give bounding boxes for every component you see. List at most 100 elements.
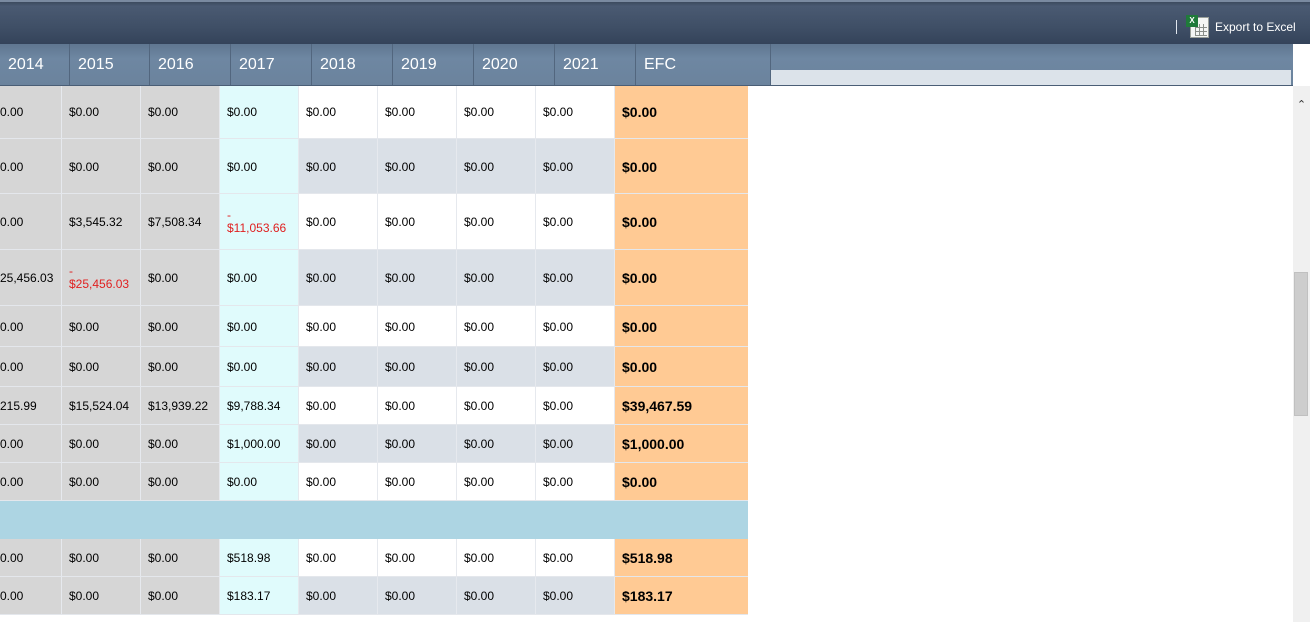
- cell-efc: $0.00: [615, 194, 748, 250]
- column-header-row: 2014 2015 2016 2017 2018 2019 2020 2021 EFC: [0, 44, 1293, 86]
- cell-2018: $0.00: [299, 139, 378, 194]
- cell-2021: $0.00: [536, 425, 615, 463]
- cell-2014: 0.00: [0, 347, 62, 387]
- column-header-2017[interactable]: 2017: [231, 44, 312, 85]
- cell-2016: $13,939.22: [141, 387, 220, 425]
- cell-value: $11,053.66: [227, 221, 287, 235]
- cell-2016: $0.00: [141, 539, 220, 577]
- cell-2020: $0.00: [457, 194, 536, 250]
- cell-2021: $0.00: [536, 194, 615, 250]
- cell-2017: - $11,053.66: [220, 194, 299, 250]
- table-row[interactable]: 0.00 $0.00 $0.00 $0.00 $0.00 $0.00 $0.00 $0.00 $…: [0, 347, 748, 387]
- cell-2015: $0.00: [62, 86, 141, 139]
- cell-2014: 0.00: [0, 425, 62, 463]
- cell-2020: $0.00: [457, 347, 536, 387]
- cell-efc: $518.98: [615, 539, 748, 577]
- cell-2014: 0.00: [0, 139, 62, 194]
- table-row[interactable]: 0.00 $0.00 $0.00 $0.00 $0.00 $0.00 $0.00 $0.00 $…: [0, 86, 748, 139]
- cell-2018: $0.00: [299, 250, 378, 306]
- cell-2019: $0.00: [378, 306, 457, 347]
- table-row[interactable]: 0.00 $0.00 $0.00 $0.00 $0.00 $0.00 $0.00 $0.00 $…: [0, 306, 748, 347]
- cell-2014: 215.99: [0, 387, 62, 425]
- data-grid: 0.00 $0.00 $0.00 $0.00 $0.00 $0.00 $0.00 $0.00 $…: [0, 86, 748, 622]
- cell-2014: 0.00: [0, 86, 62, 139]
- cell-2021: $0.00: [536, 250, 615, 306]
- cell-2021: $0.00: [536, 139, 615, 194]
- cell-2014: 25,456.03: [0, 250, 62, 306]
- cell-efc: $0.00: [615, 463, 748, 501]
- cell-2019: $0.00: [378, 250, 457, 306]
- table-row[interactable]: 0.00 $0.00 $0.00 $0.00 $0.00 $0.00 $0.00 $0.00 $…: [0, 139, 748, 194]
- cell-2018: $0.00: [299, 387, 378, 425]
- cell-2019: $0.00: [378, 347, 457, 387]
- column-header-efc[interactable]: EFC: [636, 44, 771, 85]
- cell-2015: $0.00: [62, 463, 141, 501]
- cell-2020: $0.00: [457, 577, 536, 615]
- column-header-2018[interactable]: 2018: [312, 44, 393, 85]
- cell-2017: $518.98: [220, 539, 299, 577]
- cell-efc: $0.00: [615, 347, 748, 387]
- vertical-scrollbar[interactable]: ⌃: [1293, 86, 1310, 622]
- column-header-2014[interactable]: 2014: [0, 44, 70, 85]
- cell-2021: $0.00: [536, 387, 615, 425]
- cell-2020: $0.00: [457, 463, 536, 501]
- cell-2018: $0.00: [299, 425, 378, 463]
- cell-2020: $0.00: [457, 139, 536, 194]
- cell-efc: $0.00: [615, 86, 748, 139]
- cell-2017: $0.00: [220, 86, 299, 139]
- toolbar-separator: [1176, 20, 1177, 34]
- cell-2015: - $25,456.03: [62, 250, 141, 306]
- column-header-2016[interactable]: 2016: [150, 44, 231, 85]
- cell-2019: $0.00: [378, 139, 457, 194]
- cell-2017: $0.00: [220, 250, 299, 306]
- table-row[interactable]: 0.00 $0.00 $0.00 $518.98 $0.00 $0.00 $0.00 $0.0…: [0, 539, 748, 577]
- table-row[interactable]: 0.00 $3,545.32 $7,508.34- $11,053.66 $0.00 $0…: [0, 194, 748, 250]
- cell-2015: $0.00: [62, 425, 141, 463]
- cell-2019: $0.00: [378, 194, 457, 250]
- cell-2018: $0.00: [299, 194, 378, 250]
- cell-2014: 0.00: [0, 577, 62, 615]
- toolbar: X Export to Excel: [0, 0, 1310, 44]
- table-row[interactable]: 0.00 $0.00 $0.00 $183.17 $0.00 $0.00 $0.00 $0.0…: [0, 577, 748, 615]
- cell-2018: $0.00: [299, 463, 378, 501]
- cell-2017: $0.00: [220, 347, 299, 387]
- cell-2014: 0.00: [0, 194, 62, 250]
- cell-2021: $0.00: [536, 539, 615, 577]
- group-separator-row: [0, 501, 748, 539]
- cell-2020: $0.00: [457, 425, 536, 463]
- export-to-excel-button[interactable]: X Export to Excel: [1186, 14, 1296, 40]
- column-header-2015[interactable]: 2015: [70, 44, 150, 85]
- table-row[interactable]: 215.99 $15,524.04 $13,939.22 $9,788.34 $0.00…: [0, 387, 748, 425]
- cell-2015: $0.00: [62, 539, 141, 577]
- negative-sign: -: [69, 264, 73, 278]
- cell-2016: $7,508.34: [141, 194, 220, 250]
- cell-2016: $0.00: [141, 306, 220, 347]
- column-header-2021[interactable]: 2021: [555, 44, 636, 85]
- cell-2015: $0.00: [62, 347, 141, 387]
- negative-sign: -: [227, 208, 231, 222]
- column-header-2020[interactable]: 2020: [474, 44, 555, 85]
- scroll-up-arrow-icon[interactable]: ⌃: [1293, 98, 1310, 112]
- cell-2016: $0.00: [141, 139, 220, 194]
- cell-2021: $0.00: [536, 306, 615, 347]
- cell-2015: $0.00: [62, 577, 141, 615]
- cell-2016: $0.00: [141, 463, 220, 501]
- cell-2015: $15,524.04: [62, 387, 141, 425]
- column-header-2019[interactable]: 2019: [393, 44, 474, 85]
- table-row[interactable]: 25,456.03- $25,456.03 $0.00 $0.00 $0.00 $0.00…: [0, 250, 748, 306]
- table-row[interactable]: 0.00 $0.00 $0.00 $0.00 $0.00 $0.00 $0.00 $0.00 $…: [0, 463, 748, 501]
- cell-2016: $0.00: [141, 577, 220, 615]
- cell-2017: $9,788.34: [220, 387, 299, 425]
- cell-2014: 0.00: [0, 463, 62, 501]
- cell-2018: $0.00: [299, 577, 378, 615]
- cell-value: $25,456.03: [69, 277, 130, 291]
- cell-efc: $0.00: [615, 139, 748, 194]
- cell-2020: $0.00: [457, 306, 536, 347]
- cell-2016: $0.00: [141, 86, 220, 139]
- scrollbar-thumb[interactable]: [1294, 272, 1308, 416]
- cell-2016: $0.00: [141, 425, 220, 463]
- excel-icon: X: [1186, 15, 1210, 39]
- table-row[interactable]: 0.00 $0.00 $0.00 $1,000.00 $0.00 $0.00 $0.00 $0…: [0, 425, 748, 463]
- cell-2015: $0.00: [62, 139, 141, 194]
- cell-2017: $0.00: [220, 463, 299, 501]
